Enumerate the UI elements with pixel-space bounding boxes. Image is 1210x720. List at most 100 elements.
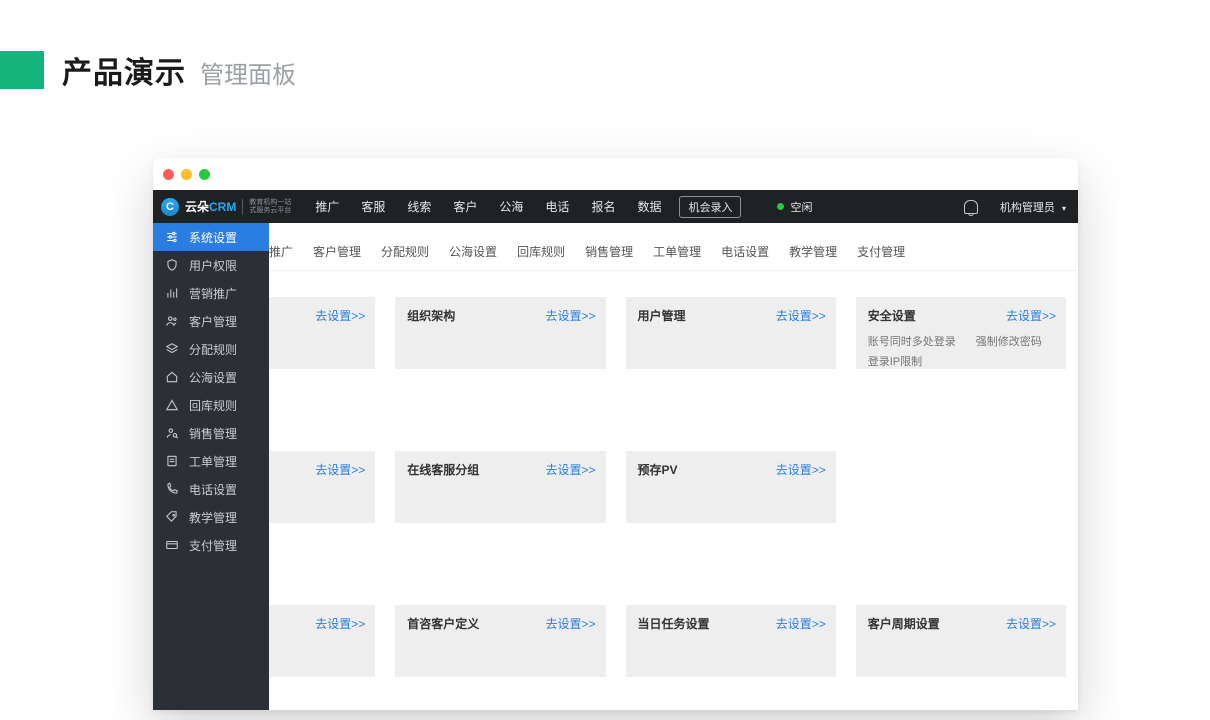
go-settings-link[interactable]: 去设置>> xyxy=(776,615,826,632)
status-dot-icon xyxy=(777,203,784,210)
topnav-item[interactable]: 数据 xyxy=(629,198,669,215)
sidebar-item-label: 销售管理 xyxy=(189,425,237,442)
topnav-item[interactable]: 线索 xyxy=(399,198,439,215)
sidebar-item-label: 公海设置 xyxy=(189,369,237,386)
settings-card-online-group: 在线客服分组 去设置>> xyxy=(395,451,605,523)
bell-icon[interactable] xyxy=(964,200,978,214)
settings-card-first-consult: 首咨客户定义 去设置>> xyxy=(395,605,605,677)
sidebar-item-sales[interactable]: 销售管理 xyxy=(153,419,269,447)
go-settings-link[interactable]: 去设置>> xyxy=(1006,615,1056,632)
card-title: 组织架构 xyxy=(407,309,455,323)
card-title: 首咨客户定义 xyxy=(407,617,479,631)
sliders-icon xyxy=(165,230,179,244)
sidebar-item-label: 用户权限 xyxy=(189,257,237,274)
sidebar-item-ticket[interactable]: 工单管理 xyxy=(153,447,269,475)
sidebar-item-public-sea[interactable]: 公海设置 xyxy=(153,363,269,391)
go-settings-link[interactable]: 去设置>> xyxy=(1006,307,1056,324)
settings-card-org: 组织架构 去设置>> xyxy=(395,297,605,369)
home-icon xyxy=(165,370,179,384)
settings-tabs: 推广 客户管理 分配规则 公海设置 回库规则 销售管理 工单管理 电话设置 教学… xyxy=(269,223,1078,271)
green-accent-bar xyxy=(0,51,44,89)
sidebar-item-label: 回库规则 xyxy=(189,397,237,414)
sidebar-item-phone[interactable]: 电话设置 xyxy=(153,475,269,503)
sidebar-item-system-settings[interactable]: 系统设置 xyxy=(153,223,269,251)
tab-item[interactable]: 分配规则 xyxy=(371,237,439,270)
tab-item[interactable]: 公海设置 xyxy=(439,237,507,270)
users-icon xyxy=(165,314,179,328)
settings-card-daily-task: 当日任务设置 去设置>> xyxy=(626,605,836,677)
card-title: 客户周期设置 xyxy=(868,617,940,631)
slide-heading: 产品演示 管理面板 xyxy=(0,48,296,92)
settings-card-customer-cycle: 客户周期设置 去设置>> xyxy=(856,605,1066,677)
sidebar-item-label: 支付管理 xyxy=(189,537,237,554)
sidebar-item-allocation[interactable]: 分配规则 xyxy=(153,335,269,363)
sidebar-item-label: 客户管理 xyxy=(189,313,237,330)
card-title: 用户管理 xyxy=(638,309,686,323)
logo-text-crm: CRM xyxy=(209,200,236,214)
go-settings-link[interactable]: 去设置>> xyxy=(545,307,595,324)
record-button[interactable]: 机会录入 xyxy=(679,196,741,218)
card-title: 预存PV xyxy=(638,463,678,477)
tab-item[interactable]: 回库规则 xyxy=(507,237,575,270)
tab-item[interactable]: 推广 xyxy=(269,237,303,270)
user-role-label: 机构管理员 xyxy=(1000,202,1055,214)
page-title: 产品演示 xyxy=(62,48,186,92)
window-minimize-dot[interactable] xyxy=(181,169,192,180)
topnav-item[interactable]: 推广 xyxy=(307,198,347,215)
sidebar-item-teaching[interactable]: 教学管理 xyxy=(153,503,269,531)
topnav-item[interactable]: 公海 xyxy=(491,198,531,215)
topnav-item[interactable]: 电话 xyxy=(537,198,577,215)
sidebar-item-marketing[interactable]: 营销推广 xyxy=(153,279,269,307)
go-settings-link[interactable]: 去设置>> xyxy=(315,307,365,324)
shield-icon xyxy=(165,258,179,272)
tab-item[interactable]: 客户管理 xyxy=(303,237,371,270)
user-role-menu[interactable]: 机构管理员 ▾ xyxy=(1000,199,1066,215)
sidebar-item-user-permissions[interactable]: 用户权限 xyxy=(153,251,269,279)
sidebar-item-payment[interactable]: 支付管理 xyxy=(153,531,269,559)
app-topbar: C 云朵CRM 教育机构一站 式服务云平台 推广 客服 线索 客户 公海 电话 … xyxy=(153,190,1078,223)
topnav-item[interactable]: 客服 xyxy=(353,198,393,215)
tab-item[interactable]: 支付管理 xyxy=(847,237,915,270)
card-title: 安全设置 xyxy=(868,309,916,323)
sidebar-item-return[interactable]: 回库规则 xyxy=(153,391,269,419)
card-icon xyxy=(165,538,179,552)
person-search-icon xyxy=(165,426,179,440)
main-panel: 推广 客户管理 分配规则 公海设置 回库规则 销售管理 工单管理 电话设置 教学… xyxy=(269,223,1078,710)
app-logo: C 云朵CRM 教育机构一站 式服务云平台 xyxy=(161,198,291,216)
go-settings-link[interactable]: 去设置>> xyxy=(545,461,595,478)
topnav-item[interactable]: 客户 xyxy=(445,198,485,215)
card-detail: 登录IP限制 xyxy=(868,353,922,369)
window-close-dot[interactable] xyxy=(163,169,174,180)
phone-icon xyxy=(165,482,179,496)
sidebar-item-label: 教学管理 xyxy=(189,509,237,526)
tab-item[interactable]: 销售管理 xyxy=(575,237,643,270)
go-settings-link[interactable]: 去设置>> xyxy=(315,461,365,478)
sidebar-item-label: 系统设置 xyxy=(189,229,237,246)
file-icon xyxy=(165,454,179,468)
card-title: 在线客服分组 xyxy=(407,463,479,477)
app-window: C 云朵CRM 教育机构一站 式服务云平台 推广 客服 线索 客户 公海 电话 … xyxy=(153,158,1078,710)
topnav-item[interactable]: 报名 xyxy=(583,198,623,215)
tag-icon xyxy=(165,510,179,524)
card-title: 当日任务设置 xyxy=(638,617,710,631)
layers-icon xyxy=(165,342,179,356)
go-settings-link[interactable]: 去设置>> xyxy=(776,307,826,324)
go-settings-link[interactable]: 去设置>> xyxy=(545,615,595,632)
logo-text-brand: 云朵 xyxy=(185,200,209,214)
tab-item[interactable]: 电话设置 xyxy=(711,237,779,270)
triangle-icon xyxy=(165,398,179,412)
status-label: 空闲 xyxy=(790,199,812,215)
go-settings-link[interactable]: 去设置>> xyxy=(776,461,826,478)
go-settings-link[interactable]: 去设置>> xyxy=(315,615,365,632)
card-detail: 账号同时多处登录 xyxy=(868,333,956,349)
logo-icon: C xyxy=(161,198,179,216)
tab-item[interactable]: 工单管理 xyxy=(643,237,711,270)
settings-card-security: 安全设置 去设置>> 账号同时多处登录 强制修改密码 登录IP限制 xyxy=(856,297,1066,369)
settings-card-prestore-pv: 预存PV 去设置>> xyxy=(626,451,836,523)
page-subtitle: 管理面板 xyxy=(200,55,296,90)
window-zoom-dot[interactable] xyxy=(199,169,210,180)
sidebar-item-customer[interactable]: 客户管理 xyxy=(153,307,269,335)
tab-item[interactable]: 教学管理 xyxy=(779,237,847,270)
logo-desc: 教育机构一站 式服务云平台 xyxy=(242,199,291,215)
card-detail: 强制修改密码 xyxy=(976,333,1042,349)
